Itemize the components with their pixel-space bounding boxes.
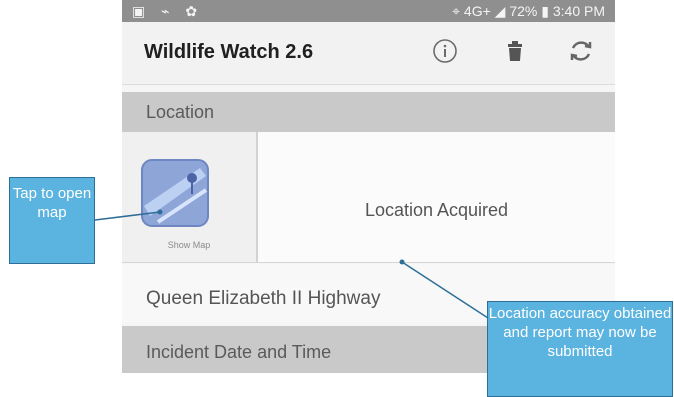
status-bar: ▣ ⌁ ✿ ⌖ 4G+ ◢ 72% ▮ 3:40 PM	[122, 0, 615, 22]
incident-date-label: Incident Date and Time	[146, 342, 332, 362]
show-map-button[interactable]: Show Map	[122, 132, 258, 263]
show-map-label: Show Map	[167, 240, 211, 250]
app-bar: Wildlife Watch 2.6	[122, 22, 615, 85]
status-right: ⌖ 4G+ ◢ 72% ▮ 3:40 PM	[452, 3, 605, 20]
battery-level: 72%	[509, 3, 538, 19]
refresh-icon[interactable]	[566, 36, 596, 66]
location-section-header: Location	[122, 92, 615, 132]
network-type: 4G+	[463, 3, 491, 19]
location-icon: ⌖	[452, 3, 461, 19]
location-status: Location Acquired	[364, 200, 509, 220]
location-status-cell: Location Acquired	[258, 132, 615, 263]
info-icon[interactable]	[430, 36, 460, 66]
trash-icon[interactable]	[500, 36, 530, 66]
signal-icon: ◢	[494, 3, 506, 19]
road-name: Queen Elizabeth II Highway	[146, 288, 381, 309]
accuracy-callout: Location accuracy obtained and report ma…	[487, 301, 673, 397]
notification-icons: ▣ ⌁ ✿	[132, 3, 204, 19]
map-callout: Tap to open map	[9, 177, 95, 264]
app-title: Wildlife Watch 2.6	[144, 41, 314, 63]
clock: 3:40 PM	[552, 3, 605, 19]
map-icon	[141, 159, 209, 227]
location-header-label: Location	[146, 102, 215, 122]
battery-icon: ▮	[541, 3, 549, 19]
